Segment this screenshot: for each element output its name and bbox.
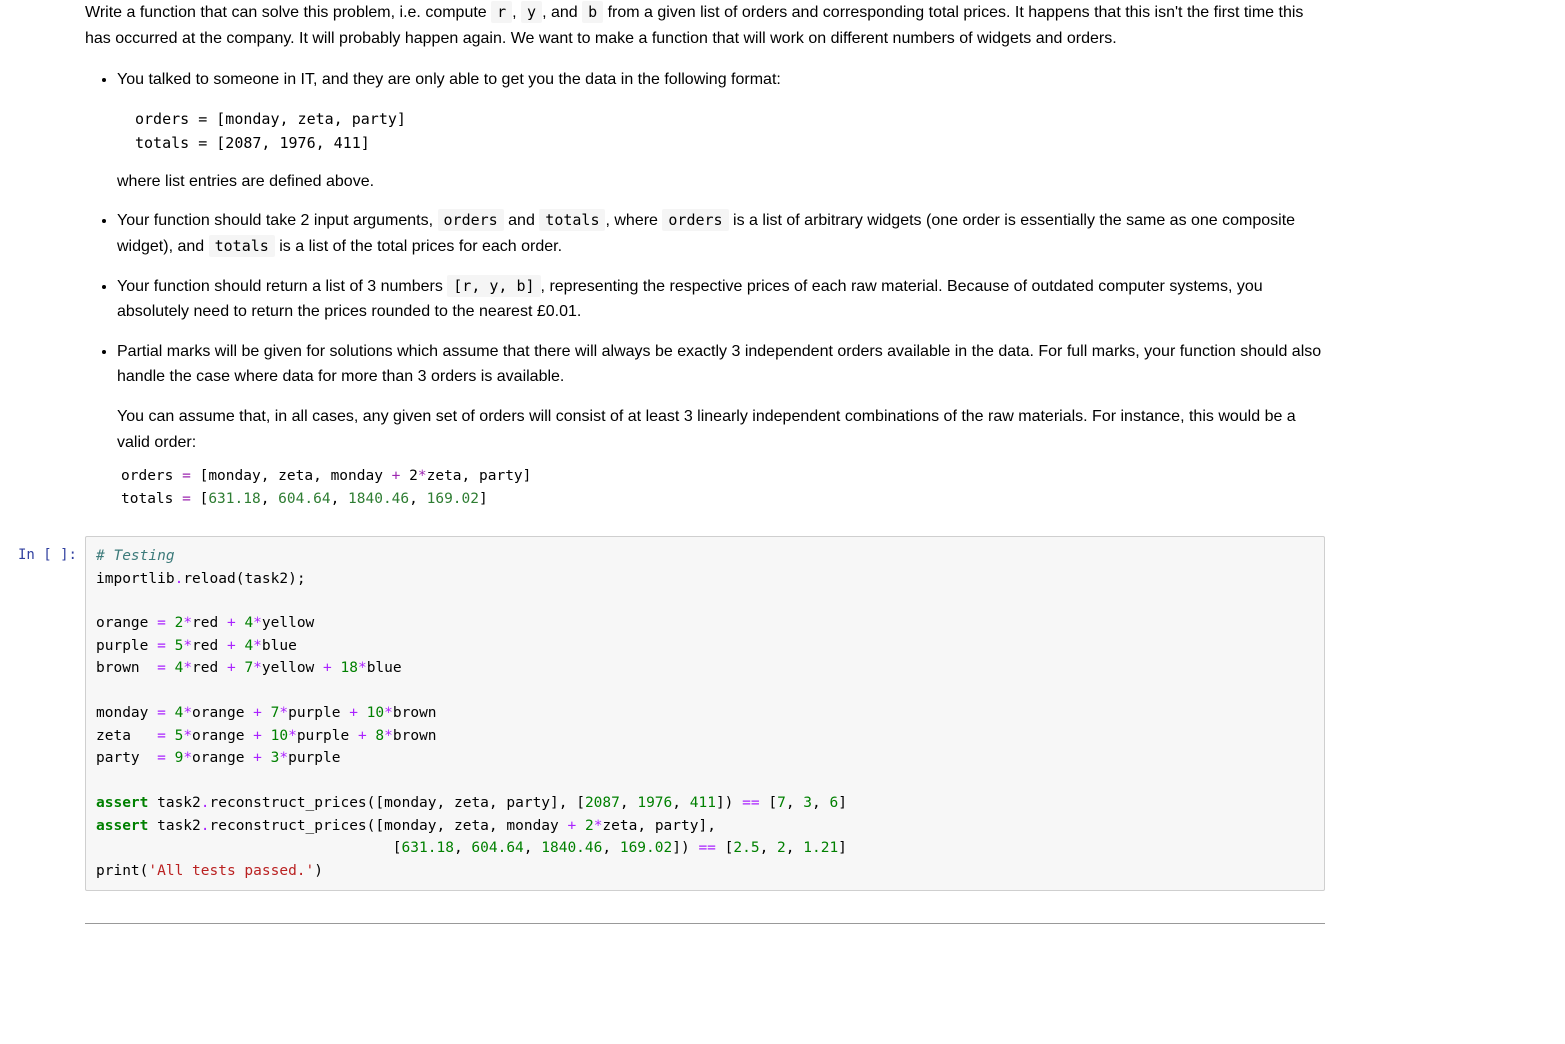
separator: [85, 923, 1325, 924]
text: where list entries are defined above.: [117, 169, 1325, 195]
notebook-rendered-content: Write a function that can solve this pro…: [85, 0, 1325, 924]
requirements-list: You talked to someone in IT, and they ar…: [85, 67, 1325, 510]
text: Your function should take 2 input argume…: [117, 212, 438, 229]
list-item: You talked to someone in IT, and they ar…: [117, 67, 1325, 194]
cell-prompt: In [ ]:: [11, 536, 85, 891]
code-orders: orders: [662, 209, 728, 231]
list-item: Partial marks will be given for solution…: [117, 339, 1325, 510]
text: , where: [605, 212, 662, 229]
text: is a list of the total prices for each o…: [275, 238, 562, 255]
text: Partial marks will be given for solution…: [117, 339, 1325, 390]
text: Your function should return a list of 3 …: [117, 278, 447, 295]
code-b: b: [582, 1, 603, 23]
intro-paragraph: Write a function that can solve this pro…: [85, 0, 1325, 51]
text: and: [504, 212, 540, 229]
list-item: Your function should take 2 input argume…: [117, 208, 1325, 259]
code-ryb-list: [r, y, b]: [447, 275, 540, 297]
cell-input-area[interactable]: # Testing importlib.reload(task2); orang…: [85, 536, 1325, 891]
text: Write a function that can solve this pro…: [85, 4, 491, 21]
code-y: y: [521, 1, 542, 23]
code-totals: totals: [539, 209, 605, 231]
text: You can assume that, in all cases, any g…: [117, 404, 1325, 455]
text: ,: [512, 4, 521, 21]
code-totals: totals: [209, 235, 275, 257]
data-format-code: orders = [monday, zeta, party] totals = …: [135, 107, 1325, 155]
code-cell: In [ ]: # Testing importlib.reload(task2…: [11, 536, 1325, 891]
example-code-block: orders = [monday, zeta, monday + 2*zeta,…: [121, 465, 1325, 510]
text: You talked to someone in IT, and they ar…: [117, 71, 781, 88]
text: , and: [542, 4, 582, 21]
code-r: r: [491, 1, 512, 23]
list-item: Your function should return a list of 3 …: [117, 274, 1325, 325]
code-orders: orders: [438, 209, 504, 231]
